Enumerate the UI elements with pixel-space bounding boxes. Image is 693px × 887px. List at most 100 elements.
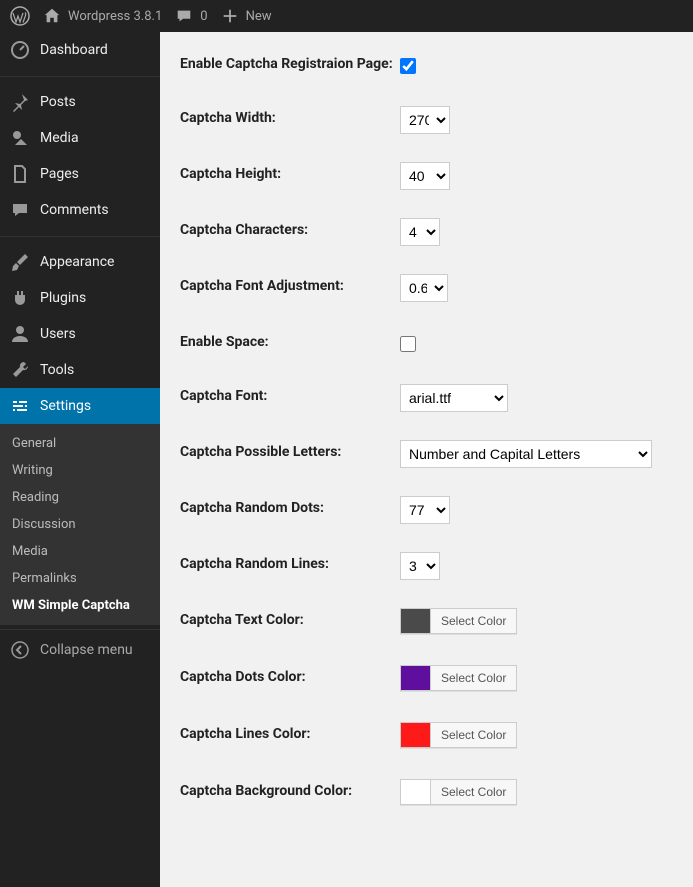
- label-random-dots: Captcha Random Dots:: [180, 496, 400, 516]
- row-enable-registration: Enable Captcha Registraion Page:: [180, 52, 673, 78]
- select-possible-letters[interactable]: Number and Capital Letters: [400, 440, 652, 468]
- comments-link[interactable]: 0: [174, 6, 207, 26]
- color-picker-lines[interactable]: Select Color: [400, 722, 517, 748]
- sidebar-item-label: Posts: [40, 94, 76, 110]
- sidebar-item-pages[interactable]: Pages: [0, 156, 160, 192]
- label-enable-registration: Enable Captcha Registraion Page:: [180, 52, 400, 72]
- row-random-lines: Captcha Random Lines: 3: [180, 552, 673, 580]
- submenu-media[interactable]: Media: [0, 538, 160, 565]
- select-characters[interactable]: 4: [400, 218, 440, 246]
- site-name[interactable]: Wordpress 3.8.1: [42, 6, 162, 26]
- swatch-dots-color: [401, 666, 431, 690]
- row-text-color: Captcha Text Color: Select Color: [180, 608, 673, 637]
- label-text-color: Captcha Text Color:: [180, 608, 400, 628]
- label-random-lines: Captcha Random Lines:: [180, 552, 400, 572]
- select-color-button[interactable]: Select Color: [431, 780, 516, 804]
- comment-icon: [174, 6, 194, 26]
- wrench-icon: [10, 360, 30, 380]
- color-picker-text[interactable]: Select Color: [400, 608, 517, 634]
- row-height: Captcha Height: 40: [180, 162, 673, 190]
- row-characters: Captcha Characters: 4: [180, 218, 673, 246]
- sidebar-item-label: Settings: [40, 398, 91, 414]
- home-icon: [42, 6, 62, 26]
- admin-bar: Wordpress 3.8.1 0 New: [0, 0, 693, 32]
- color-picker-dots[interactable]: Select Color: [400, 665, 517, 691]
- swatch-bg-color: [401, 780, 431, 804]
- label-dots-color: Captcha Dots Color:: [180, 665, 400, 685]
- comment-icon: [10, 200, 30, 220]
- sidebar-item-settings[interactable]: Settings: [0, 388, 160, 424]
- checkbox-enable-space[interactable]: [400, 336, 416, 352]
- sidebar-item-label: Media: [40, 130, 79, 146]
- sidebar-item-media[interactable]: Media: [0, 120, 160, 156]
- row-possible-letters: Captcha Possible Letters: Number and Cap…: [180, 440, 673, 468]
- pin-icon: [10, 92, 30, 112]
- submenu-reading[interactable]: Reading: [0, 484, 160, 511]
- sidebar-item-label: Appearance: [40, 254, 114, 270]
- admin-sidebar: Dashboard Posts Media Pages Comments: [0, 32, 160, 887]
- submenu-general[interactable]: General: [0, 430, 160, 457]
- select-color-button[interactable]: Select Color: [431, 609, 516, 633]
- label-characters: Captcha Characters:: [180, 218, 400, 238]
- label-lines-color: Captcha Lines Color:: [180, 722, 400, 742]
- user-icon: [10, 324, 30, 344]
- sidebar-item-plugins[interactable]: Plugins: [0, 280, 160, 316]
- color-picker-bg[interactable]: Select Color: [400, 779, 517, 805]
- label-enable-space: Enable Space:: [180, 330, 400, 350]
- collapse-label: Collapse menu: [40, 642, 133, 658]
- media-icon: [10, 128, 30, 148]
- sidebar-item-dashboard[interactable]: Dashboard: [0, 32, 160, 68]
- wordpress-icon: [10, 6, 30, 26]
- new-content[interactable]: New: [220, 6, 272, 26]
- sidebar-item-tools[interactable]: Tools: [0, 352, 160, 388]
- collapse-icon: [10, 640, 30, 660]
- select-font-adjustment[interactable]: 0.6: [400, 274, 448, 302]
- row-dots-color: Captcha Dots Color: Select Color: [180, 665, 673, 694]
- wp-logo[interactable]: [10, 6, 30, 26]
- sidebar-item-label: Pages: [40, 166, 79, 182]
- label-font-adjustment: Captcha Font Adjustment:: [180, 274, 400, 294]
- select-height[interactable]: 40: [400, 162, 450, 190]
- new-label-text: New: [246, 9, 272, 24]
- label-font: Captcha Font:: [180, 384, 400, 404]
- row-enable-space: Enable Space:: [180, 330, 673, 356]
- collapse-menu[interactable]: Collapse menu: [0, 629, 160, 670]
- sidebar-item-label: Dashboard: [40, 42, 108, 58]
- submenu-permalinks[interactable]: Permalinks: [0, 565, 160, 592]
- submenu-discussion[interactable]: Discussion: [0, 511, 160, 538]
- row-font: Captcha Font: arial.ttf: [180, 384, 673, 412]
- brush-icon: [10, 252, 30, 272]
- sidebar-item-label: Users: [40, 326, 76, 342]
- sidebar-item-appearance[interactable]: Appearance: [0, 244, 160, 280]
- label-possible-letters: Captcha Possible Letters:: [180, 440, 400, 460]
- checkbox-enable-registration[interactable]: [400, 58, 416, 74]
- row-random-dots: Captcha Random Dots: 77: [180, 496, 673, 524]
- label-bg-color: Captcha Background Color:: [180, 779, 400, 799]
- submenu-wm-simple-captcha[interactable]: WM Simple Captcha: [0, 592, 160, 619]
- select-color-button[interactable]: Select Color: [431, 666, 516, 690]
- sidebar-item-label: Plugins: [40, 290, 86, 306]
- select-color-button[interactable]: Select Color: [431, 723, 516, 747]
- submenu-writing[interactable]: Writing: [0, 457, 160, 484]
- row-width: Captcha Width: 270: [180, 106, 673, 134]
- sidebar-item-label: Comments: [40, 202, 109, 218]
- select-width[interactable]: 270: [400, 106, 450, 134]
- sidebar-item-posts[interactable]: Posts: [0, 84, 160, 120]
- plus-icon: [220, 6, 240, 26]
- comments-count-text: 0: [200, 9, 207, 24]
- label-width: Captcha Width:: [180, 106, 400, 126]
- label-height: Captcha Height:: [180, 162, 400, 182]
- swatch-lines-color: [401, 723, 431, 747]
- dashboard-icon: [10, 40, 30, 60]
- sidebar-item-users[interactable]: Users: [0, 316, 160, 352]
- row-font-adjustment: Captcha Font Adjustment: 0.6: [180, 274, 673, 302]
- select-font[interactable]: arial.ttf: [400, 384, 508, 412]
- swatch-text-color: [401, 609, 431, 633]
- page-icon: [10, 164, 30, 184]
- plug-icon: [10, 288, 30, 308]
- select-random-dots[interactable]: 77: [400, 496, 450, 524]
- select-random-lines[interactable]: 3: [400, 552, 440, 580]
- row-bg-color: Captcha Background Color: Select Color: [180, 779, 673, 808]
- row-lines-color: Captcha Lines Color: Select Color: [180, 722, 673, 751]
- sidebar-item-comments[interactable]: Comments: [0, 192, 160, 228]
